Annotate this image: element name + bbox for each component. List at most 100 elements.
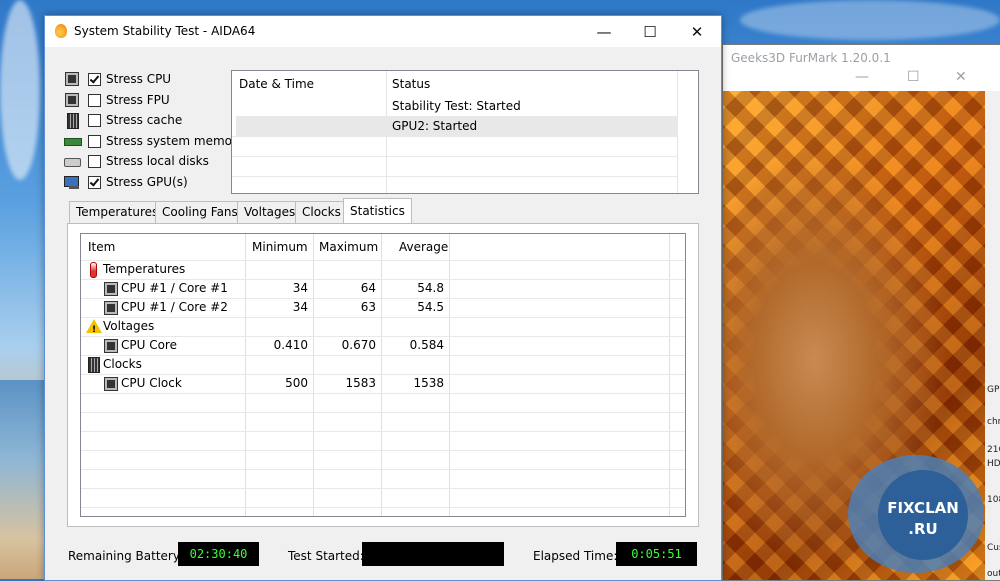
side-text: out	[987, 569, 1000, 579]
watermark-line2: .RU	[908, 520, 938, 538]
row-divider	[81, 412, 685, 413]
statistics-grid[interactable]: Item Minimum Maximum Average Temperature…	[80, 233, 686, 517]
window-title: System Stability Test - AIDA64	[74, 24, 256, 38]
column-header-average[interactable]: Average	[399, 234, 448, 260]
elapsed-time-label: Elapsed Time:	[533, 549, 618, 563]
row-divider	[81, 431, 685, 432]
stats-item-name: Voltages	[103, 319, 155, 333]
stats-row[interactable]: CPU Core 0.410 0.670 0.584	[81, 336, 685, 355]
warning-icon	[86, 319, 102, 340]
fpu-icon	[64, 93, 80, 107]
column-header-minimum[interactable]: Minimum	[252, 234, 308, 260]
stats-average: 0.584	[409, 338, 444, 352]
status-row[interactable]: Stability Test: Started	[236, 96, 678, 116]
remaining-battery-label: Remaining Battery:	[68, 549, 184, 563]
stress-disks-label: Stress local disks	[106, 154, 209, 168]
stats-group-row[interactable]: Voltages	[81, 317, 685, 340]
stress-cpu-label: Stress CPU	[106, 72, 172, 86]
stress-gpu-checkbox[interactable]	[88, 175, 101, 189]
stats-item-name: CPU Core	[121, 338, 177, 352]
furmark-minimize-button[interactable]: —	[855, 69, 869, 85]
stress-cpu-option[interactable]: Stress CPU	[64, 69, 171, 89]
stats-row[interactable]: CPU #1 / Core #1 34 64 54.8	[81, 279, 685, 298]
stats-group-row[interactable]: Temperatures	[81, 260, 685, 279]
stress-cpu-checkbox[interactable]	[88, 72, 101, 86]
stats-item-name: Clocks	[103, 357, 142, 371]
close-button[interactable]: ✕	[675, 19, 719, 45]
minimize-button[interactable]: —	[582, 19, 626, 45]
test-started-display	[362, 542, 504, 566]
chip-icon	[104, 282, 118, 296]
status-text: GPU2: Started	[392, 119, 478, 133]
chip-icon	[104, 301, 118, 315]
stats-average: 54.5	[417, 300, 444, 314]
stress-gpu-option[interactable]: Stress GPU(s)	[64, 172, 188, 192]
side-text: Cus	[987, 543, 1000, 553]
column-header-maximum[interactable]: Maximum	[319, 234, 378, 260]
row-divider	[81, 469, 685, 470]
furmark-maximize-button[interactable]: ☐	[907, 69, 920, 85]
test-started-label: Test Started:	[288, 549, 364, 563]
stats-average: 1538	[413, 376, 444, 390]
desktop-cloud	[0, 0, 40, 180]
stress-fpu-checkbox[interactable]	[88, 93, 101, 107]
memory-icon	[64, 134, 82, 148]
row-divider	[232, 176, 678, 177]
statistics-panel: Item Minimum Maximum Average Temperature…	[67, 223, 699, 527]
tab-temperatures[interactable]: Temperatures	[69, 201, 166, 223]
cache-icon	[64, 113, 80, 129]
column-header-item[interactable]: Item	[88, 234, 115, 260]
side-text: chm	[987, 417, 1000, 427]
stress-disks-option[interactable]: Stress local disks	[64, 151, 209, 171]
column-header-datetime[interactable]: Date & Time	[239, 71, 314, 95]
cpu-icon	[64, 72, 80, 86]
stats-minimum: 500	[285, 376, 308, 390]
row-divider	[81, 507, 685, 508]
furmark-close-button[interactable]: ✕	[955, 69, 967, 85]
maximize-button[interactable]: ☐	[628, 19, 672, 45]
status-row[interactable]: GPU2: Started	[236, 116, 678, 136]
stress-cache-checkbox[interactable]	[88, 113, 101, 127]
row-divider	[81, 488, 685, 489]
stress-memory-option[interactable]: Stress system memory	[64, 131, 244, 151]
chip-icon	[104, 339, 118, 353]
stats-row[interactable]: CPU #1 / Core #2 34 63 54.5	[81, 298, 685, 317]
tab-clocks[interactable]: Clocks	[295, 201, 348, 223]
tab-cooling-fans[interactable]: Cooling Fans	[155, 201, 245, 223]
watermark-logo: FIXCLAN .RU	[878, 498, 968, 540]
stats-row[interactable]: CPU Clock 500 1583 1538	[81, 374, 685, 393]
stress-cache-label: Stress cache	[106, 113, 183, 127]
row-divider	[232, 136, 678, 137]
stats-maximum: 1583	[345, 376, 376, 390]
aida64-stability-window[interactable]: System Stability Test - AIDA64 — ☐ ✕ Str…	[44, 15, 722, 581]
titlebar[interactable]: System Stability Test - AIDA64 — ☐ ✕	[45, 16, 721, 47]
stress-memory-checkbox[interactable]	[88, 134, 101, 148]
elapsed-time-display: 0:05:51	[616, 542, 697, 566]
side-text: 1080	[987, 495, 1000, 505]
tab-voltages[interactable]: Voltages	[237, 201, 303, 223]
stats-item-name: Temperatures	[103, 262, 186, 276]
row-divider	[232, 156, 678, 157]
furmark-side-panel: GPU chm 216 HD) 1080 Cus out	[985, 91, 1000, 580]
stats-maximum: 0.670	[341, 338, 376, 352]
side-text: 216	[987, 445, 1000, 455]
status-text: Stability Test: Started	[392, 99, 521, 113]
stress-gpu-label: Stress GPU(s)	[106, 175, 188, 189]
clock-icon	[88, 357, 100, 373]
stats-minimum: 34	[292, 300, 308, 314]
stress-fpu-label: Stress FPU	[106, 93, 170, 107]
aida64-flame-icon	[55, 24, 67, 38]
stats-item-name: CPU #1 / Core #2	[121, 300, 228, 314]
chip-icon	[104, 377, 118, 391]
column-header-status[interactable]: Status	[392, 71, 430, 95]
stress-cache-option[interactable]: Stress cache	[64, 110, 182, 130]
tab-statistics[interactable]: Statistics	[343, 198, 412, 224]
remaining-battery-display: 02:30:40	[178, 542, 259, 566]
watermark-line1: FIXCLAN	[887, 499, 959, 517]
stats-group-row[interactable]: Clocks	[81, 355, 685, 374]
side-text: HD)	[987, 459, 1000, 469]
stress-disks-checkbox[interactable]	[88, 154, 101, 168]
side-text: GPU	[987, 385, 1000, 395]
stress-fpu-option[interactable]: Stress FPU	[64, 90, 170, 110]
status-log-table[interactable]: Date & Time Status Stability Test: Start…	[231, 70, 699, 194]
